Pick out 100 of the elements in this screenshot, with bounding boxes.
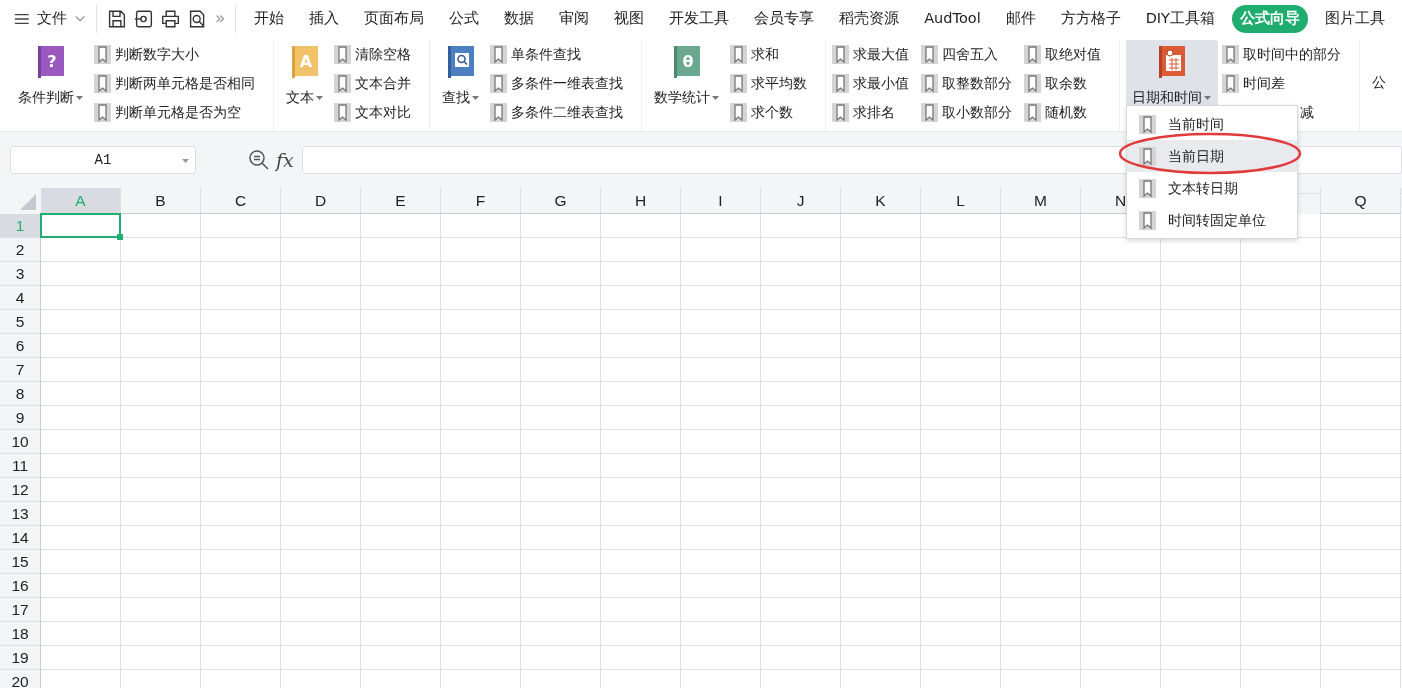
bookmark-icon [490, 45, 507, 64]
row-header[interactable]: 13 [0, 502, 41, 526]
selected-cell[interactable] [40, 213, 121, 238]
fill-handle[interactable] [117, 234, 123, 240]
name-box[interactable]: A1 [10, 146, 196, 174]
ribbon-item[interactable]: 判断两单元格是否相同 [115, 73, 255, 94]
file-menu[interactable]: 文件 [36, 8, 67, 30]
export-icon[interactable] [133, 8, 153, 30]
bookmark-icon [921, 74, 938, 93]
row-header[interactable]: 8 [0, 382, 41, 406]
row-header[interactable]: 15 [0, 550, 41, 574]
ribbon-item[interactable]: 判断数字大小 [115, 44, 199, 65]
ribbon-item[interactable]: 取余数 [1045, 73, 1087, 94]
row-header[interactable]: 18 [0, 622, 41, 646]
row-header[interactable]: 5 [0, 310, 41, 334]
ribbon-tab[interactable]: 稻壳资源 [831, 5, 908, 33]
ribbon-tab[interactable]: 邮件 [997, 5, 1044, 33]
row-header[interactable]: 9 [0, 406, 41, 430]
row-header[interactable]: 10 [0, 430, 41, 454]
ribbon-button[interactable]: θ 数学统计 [648, 40, 726, 131]
ribbon-label: 公 [1371, 73, 1386, 92]
row-header[interactable]: 4 [0, 286, 41, 310]
ribbon-tab[interactable]: 插入 [301, 5, 348, 33]
ribbon-item[interactable]: 判断单元格是否为空 [115, 102, 241, 123]
bookmark-icon [490, 103, 507, 122]
ribbon-item[interactable]: 单条件查找 [511, 44, 581, 65]
row-header[interactable]: 2 [0, 238, 41, 262]
bookmark-icon [334, 45, 351, 64]
row-header[interactable]: 19 [0, 646, 41, 670]
bookmark-icon [1024, 103, 1041, 122]
ribbon-tab[interactable]: 开始 [246, 5, 293, 33]
print-preview-icon[interactable] [187, 8, 207, 30]
row-header[interactable]: 7 [0, 358, 41, 382]
ribbon-tab[interactable]: 页面布局 [356, 5, 433, 33]
ribbon-item[interactable]: 取小数部分 [942, 102, 1012, 123]
bookmark-icon [94, 45, 111, 64]
menu-item[interactable]: 当前日期 [1127, 140, 1297, 172]
menu-icon[interactable] [14, 12, 30, 26]
ribbon-button[interactable]: A 文本 [280, 40, 330, 131]
ribbon-item[interactable]: 取整数部分 [942, 73, 1012, 94]
ribbon-item[interactable]: 文本对比 [355, 102, 411, 123]
ribbon-item[interactable]: 取时间中的部分 [1243, 44, 1341, 65]
ribbon-tab[interactable]: 数据 [496, 5, 543, 33]
bookmark-icon [921, 45, 938, 64]
calendar-book-icon [1159, 46, 1185, 78]
ribbon-item[interactable]: 多条件一维表查找 [511, 73, 623, 94]
ribbon-button[interactable]: ? 条件判断 [12, 40, 90, 131]
print-icon[interactable] [160, 8, 180, 30]
ribbon-item[interactable]: 多条件二维表查找 [511, 102, 623, 123]
ribbon-item[interactable]: 求个数 [751, 102, 793, 123]
ribbon-item[interactable]: 求排名 [853, 102, 895, 123]
ribbon-tab[interactable]: 开发工具 [661, 5, 738, 33]
ribbon-tab[interactable]: 图片工具 [1317, 5, 1393, 33]
ribbon-tab[interactable]: DIY工具箱 [1137, 5, 1223, 33]
ribbon-tab[interactable]: AudTool [916, 5, 989, 33]
ribbon-item[interactable]: 文本合并 [355, 73, 411, 94]
chevron-down-icon[interactable] [73, 14, 86, 24]
zoom-icon[interactable] [248, 149, 270, 171]
bookmark-icon [730, 45, 747, 64]
ribbon-item[interactable]: 随机数 [1045, 102, 1087, 123]
ribbon-item[interactable]: 求平均数 [751, 73, 807, 94]
row-header[interactable]: 16 [0, 574, 41, 598]
row-header[interactable]: 3 [0, 262, 41, 286]
bookmark-icon [1139, 146, 1156, 166]
ribbon-tab[interactable]: 公式 [441, 5, 488, 33]
ribbon-item[interactable]: 四舍五入 [942, 44, 998, 65]
bookmark-icon [730, 74, 747, 93]
ribbon-tab[interactable]: 会员专享 [746, 5, 823, 33]
bookmark-icon [1222, 45, 1239, 64]
row-header[interactable]: 17 [0, 598, 41, 622]
bookmark-icon [490, 74, 507, 93]
bookmark-icon [1139, 178, 1156, 198]
ribbon-item[interactable]: 求最大值 [853, 44, 909, 65]
ribbon-button[interactable]: 查找 [436, 40, 486, 131]
bookmark-icon [94, 103, 111, 122]
row-header[interactable]: 11 [0, 454, 41, 478]
caret-down-icon [1204, 95, 1212, 101]
ribbon-item[interactable]: 取绝对值 [1045, 44, 1101, 65]
bookmark-icon [334, 103, 351, 122]
row-header[interactable]: 20 [0, 670, 41, 688]
row-header[interactable]: 6 [0, 334, 41, 358]
ribbon-item[interactable]: 求最小值 [853, 73, 909, 94]
ribbon-item[interactable]: 减 [1300, 102, 1314, 123]
bookmark-icon [1024, 74, 1041, 93]
theta-book-icon: θ [674, 46, 700, 78]
bookmark-icon [1024, 45, 1041, 64]
ribbon-tab[interactable]: 审阅 [551, 5, 598, 33]
ribbon-tab[interactable]: 方方格子 [1052, 5, 1129, 33]
function-label[interactable]: fx [276, 145, 294, 175]
bookmark-icon [832, 74, 849, 93]
save-icon[interactable] [106, 8, 126, 30]
bookmark-icon [730, 103, 747, 122]
ribbon-item[interactable]: 清除空格 [355, 44, 411, 65]
letter-book-icon: A [292, 46, 318, 78]
ribbon-tab[interactable]: 视图 [606, 5, 653, 33]
bookmark-icon [832, 45, 849, 64]
ribbon-item[interactable]: 求和 [751, 44, 779, 65]
row-header[interactable]: 12 [0, 478, 41, 502]
ribbon-item[interactable]: 时间差 [1243, 73, 1285, 94]
row-header[interactable]: 14 [0, 526, 41, 550]
